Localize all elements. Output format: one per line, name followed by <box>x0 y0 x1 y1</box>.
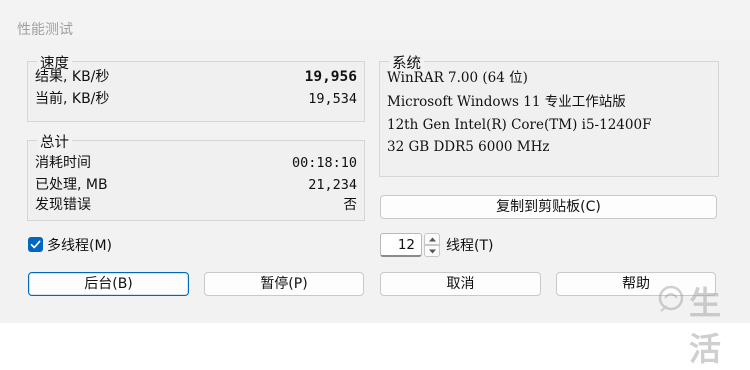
processed-value: 21,234 <box>308 177 357 193</box>
system-line-winrar: WinRAR 7.00 (64 位) <box>387 70 528 86</box>
chevron-down-icon <box>429 249 436 254</box>
benchmark-dialog: 性能测试 速度 结果, KB/秒 19,956 当前, KB/秒 19,534 … <box>0 0 750 368</box>
threads-label: 线程(T) <box>446 238 494 254</box>
processed-row: 已处理, MB 21,234 <box>35 175 357 195</box>
copy-to-clipboard-button[interactable]: 复制到剪贴板(C) <box>380 195 717 219</box>
spin-up-button[interactable] <box>424 233 440 245</box>
system-line-os: Microsoft Windows 11 专业工作站版 <box>387 94 626 110</box>
speed-group: 速度 结果, KB/秒 19,956 当前, KB/秒 19,534 <box>27 52 365 122</box>
total-group: 总计 消耗时间 00:18:10 已处理, MB 21,234 发现错误 否 <box>27 131 365 221</box>
total-legend: 总计 <box>37 131 72 152</box>
system-group: 系统 WinRAR 7.00 (64 位) Microsoft Windows … <box>379 52 719 177</box>
speed-result-value: 19,956 <box>304 69 357 85</box>
speed-result-row: 结果, KB/秒 19,956 <box>35 67 357 87</box>
speed-current-row: 当前, KB/秒 19,534 <box>35 89 357 109</box>
multithread-checkbox[interactable] <box>28 237 43 252</box>
watermark-text: 生活 <box>689 284 721 368</box>
speed-current-label: 当前, KB/秒 <box>35 91 110 107</box>
checkmark-icon <box>30 240 41 249</box>
processed-label: 已处理, MB <box>35 177 108 193</box>
chevron-up-icon <box>429 237 436 242</box>
elapsed-time-value: 00:18:10 <box>291 155 357 171</box>
background-button[interactable]: 后台(B) <box>28 272 189 296</box>
title-bar[interactable]: 性能测试 <box>0 0 750 38</box>
watermark-logo: 生活 <box>655 276 750 368</box>
errors-row: 发现错误 否 <box>35 195 357 215</box>
window-title: 性能测试 <box>17 22 73 38</box>
speed-result-label: 结果, KB/秒 <box>35 69 110 85</box>
threads-input[interactable]: 12 <box>380 233 422 257</box>
errors-value: 否 <box>343 197 358 213</box>
speed-current-value: 19,534 <box>308 91 357 107</box>
system-line-cpu: 12th Gen Intel(R) Core(TM) i5-12400F <box>387 117 652 133</box>
system-line-memory: 32 GB DDR5 6000 MHz <box>387 139 550 155</box>
spin-down-button[interactable] <box>424 245 440 257</box>
elapsed-time-row: 消耗时间 00:18:10 <box>35 153 357 173</box>
threads-spinner[interactable] <box>424 233 440 257</box>
multithread-label[interactable]: 多线程(M) <box>47 235 112 255</box>
elapsed-time-label: 消耗时间 <box>35 155 91 171</box>
pause-button[interactable]: 暂停(P) <box>204 272 364 296</box>
cancel-button[interactable]: 取消 <box>380 272 541 296</box>
errors-label: 发现错误 <box>35 197 91 213</box>
